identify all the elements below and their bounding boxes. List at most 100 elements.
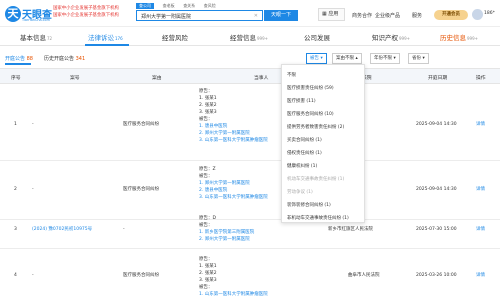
detail-link[interactable]: 详情 (476, 226, 485, 233)
subtab-court-notice[interactable]: 开庭公告 88 (5, 55, 33, 62)
th-action: 操作 (476, 76, 486, 81)
th-party: 当事人 (254, 76, 269, 81)
tianyancha-logo-icon[interactable]: 天 (5, 6, 21, 22)
table-row: 2 - 医疗服务合同纠纷 原告：Z 被告： 1. 郑州大学第一附属医院 2. 唐… (0, 162, 500, 220)
row-index: 1 (14, 122, 17, 127)
row-parties: 原告： 1. 张某1 2. 张某2 3. 张某3 被告： 1. 唐县中医院 2.… (199, 88, 268, 144)
row-parties: 原告： 1. 张某1 2. 张某2 3. 张某3 被告： 1. 山东第一医科大学… (199, 256, 268, 298)
row-court: 新乡市红旗区人民法院 (328, 227, 373, 232)
clear-icon[interactable]: ✕ (254, 13, 258, 19)
dropdown-item[interactable]: 不限 (287, 72, 296, 78)
th-case-no: 案号 (70, 76, 80, 81)
row-date: 2025-03-26 10:00 (416, 273, 457, 278)
row-date: 2025-09-04 14:30 (416, 187, 457, 192)
tab-label: 知识产权 (372, 34, 398, 42)
table-row: 3 (2024) 豫0702民初10975号 - 原告：D 被告： 1. 新乡医… (0, 216, 500, 249)
nav-business[interactable]: 商务合作 (352, 12, 372, 19)
dropdown-item[interactable]: 医疗服务合同纠纷 (10) (287, 111, 334, 117)
search-tab-relation[interactable]: 查关系 (183, 3, 195, 9)
tab-business-info[interactable]: 经营信息999+ (230, 32, 268, 42)
party-text: 2. 张某2 (199, 103, 217, 108)
search-input[interactable]: 郑州大学第一附属医院 ✕ (136, 10, 263, 21)
tab-history[interactable]: 历史信息999+ (440, 32, 478, 42)
filter-defendant[interactable]: 被告 ▾ (306, 53, 327, 64)
detail-link[interactable]: 详情 (476, 121, 485, 128)
detail-link[interactable]: 详情 (476, 186, 485, 193)
subtab-indicator (5, 63, 31, 65)
row-parties: 原告：Z 被告： 1. 郑州大学第一附属医院 2. 唐县中医院 3. 山东第一医… (199, 166, 268, 201)
party-text: 原告：D (199, 216, 216, 221)
filter-label: 被告 (310, 56, 319, 61)
dropdown-item[interactable]: 提供劳务者致害责任纠纷 (2) (287, 124, 344, 130)
row-case-no[interactable]: (2024) 豫0702民初10975号 (32, 226, 92, 233)
subtab-label: 历史开庭公告 (44, 56, 75, 62)
dropdown-item[interactable]: 非机动车交通事故责任纠纷 (1) (287, 215, 349, 221)
party-text: 1. 张某1 (199, 96, 217, 101)
grid-icon: ▦ (322, 11, 327, 17)
dropdown-item[interactable]: 装饰装修合同纠纷 (1) (287, 202, 331, 208)
tab-label: 公司发展 (304, 34, 330, 42)
table-header: 序号 案号 案由 当事人 法院 开庭日期 操作 (0, 68, 500, 84)
party-text: 3. 张某3 (199, 278, 217, 283)
nav-enterprise[interactable]: 企业级产品 (375, 12, 400, 19)
party-link[interactable]: 1. 郑州大学第一附属医院 (199, 180, 268, 187)
filter-label: 案由不限 (336, 56, 354, 61)
dropdown-item: 机动车交通事故责任纠纷 (1) (287, 177, 345, 182)
subtab-count: 341 (75, 56, 86, 62)
tab-legal[interactable]: 法律诉讼176 (88, 32, 123, 42)
tab-label: 历史信息 (440, 34, 466, 42)
party-link[interactable]: 1. 新乡医学院第三附属医院 (199, 229, 254, 236)
party-link[interactable]: 2. 郑州大学第一附属医院 (199, 236, 254, 243)
filter-year[interactable]: 年份不限 ▾ (370, 53, 400, 64)
tab-basic-info[interactable]: 基本信息72 (20, 32, 52, 42)
party-text: 3. 张某3 (199, 110, 217, 115)
party-link[interactable]: 3. 山东第一医科大学附属肿瘤医院 (199, 194, 268, 201)
dropdown-item[interactable]: 医疗损害 (11) (287, 98, 316, 104)
search-button[interactable]: 天眼一下 (264, 10, 298, 21)
tab-development[interactable]: 公司发展 (304, 32, 331, 42)
subtab-history-court-notice[interactable]: 历史开庭公告 341 (44, 55, 85, 62)
nav-service[interactable]: 服务 (412, 12, 422, 19)
avatar[interactable] (472, 9, 483, 20)
brand-sub: TianYanCha.com (22, 18, 50, 22)
apps-button[interactable]: ▦ 应用 (318, 8, 345, 21)
row-date: 2025-09-04 14:30 (416, 122, 457, 127)
tab-ip[interactable]: 知识产权999+ (372, 32, 410, 42)
chevron-down-icon: ▾ (422, 56, 425, 61)
tab-label: 法律诉讼 (88, 34, 114, 42)
party-link[interactable]: 2. 郑州大学第一附属医院 (199, 130, 268, 137)
tab-count: 999+ (257, 36, 268, 41)
chevron-down-icon: ▾ (320, 56, 323, 61)
search-tab-risk[interactable]: 查风险 (204, 3, 216, 9)
filter-province[interactable]: 省份 ▾ (408, 53, 429, 64)
dropdown-item[interactable]: 医疗损害责任纠纷 (59) (287, 85, 334, 91)
search-input-value: 郑州大学第一附属医院 (141, 14, 192, 20)
row-cause: 医疗服务合同纠纷 (123, 187, 159, 192)
party-link[interactable]: 1. 山东第一医科大学附属肿瘤医院 (199, 291, 268, 298)
top-header: 天 天眼查 TianYanCha.com 国家中小企业发展子基金旗下机构 国家中… (0, 0, 500, 27)
row-index: 4 (14, 273, 17, 278)
dropdown-item[interactable]: 买卖合同纠纷 (1) (287, 137, 322, 143)
dropdown-item[interactable]: 侵权责任纠纷 (1) (287, 150, 322, 156)
party-text: 1. 张某1 (199, 264, 217, 269)
tab-business-risk[interactable]: 经营风险 (162, 32, 189, 42)
vip-button[interactable]: 开通会员 (434, 10, 468, 20)
chevron-up-icon: ▴ (355, 56, 358, 61)
dropdown-item[interactable]: 健康权纠纷 (1) (287, 163, 317, 169)
party-text: 原告： (199, 89, 213, 94)
party-link[interactable]: 2. 唐县中医院 (199, 187, 268, 194)
search-tab-company[interactable]: 查公司 (136, 3, 154, 9)
row-cause: - (123, 227, 125, 232)
filter-cause[interactable]: 案由不限 ▴ (332, 53, 362, 64)
detail-link[interactable]: 详情 (476, 272, 485, 279)
promo-banner[interactable]: 国家中小企业发展子基金旗下机构 国家中小企业发展子基金旗下机构 (53, 6, 133, 21)
row-date: 2025-07-30 15:00 (416, 227, 457, 232)
tab-label: 基本信息 (20, 34, 46, 42)
th-cause: 案由 (152, 76, 162, 81)
party-link[interactable]: 1. 唐县中医院 (199, 123, 268, 130)
user-phone[interactable]: 186* (484, 11, 495, 16)
party-link[interactable]: 3. 山东第一医科大学附属肿瘤医院 (199, 137, 268, 144)
th-index: 序号 (11, 76, 21, 81)
search-tab-boss[interactable]: 查老板 (163, 3, 175, 9)
tab-count: 999+ (399, 36, 410, 41)
